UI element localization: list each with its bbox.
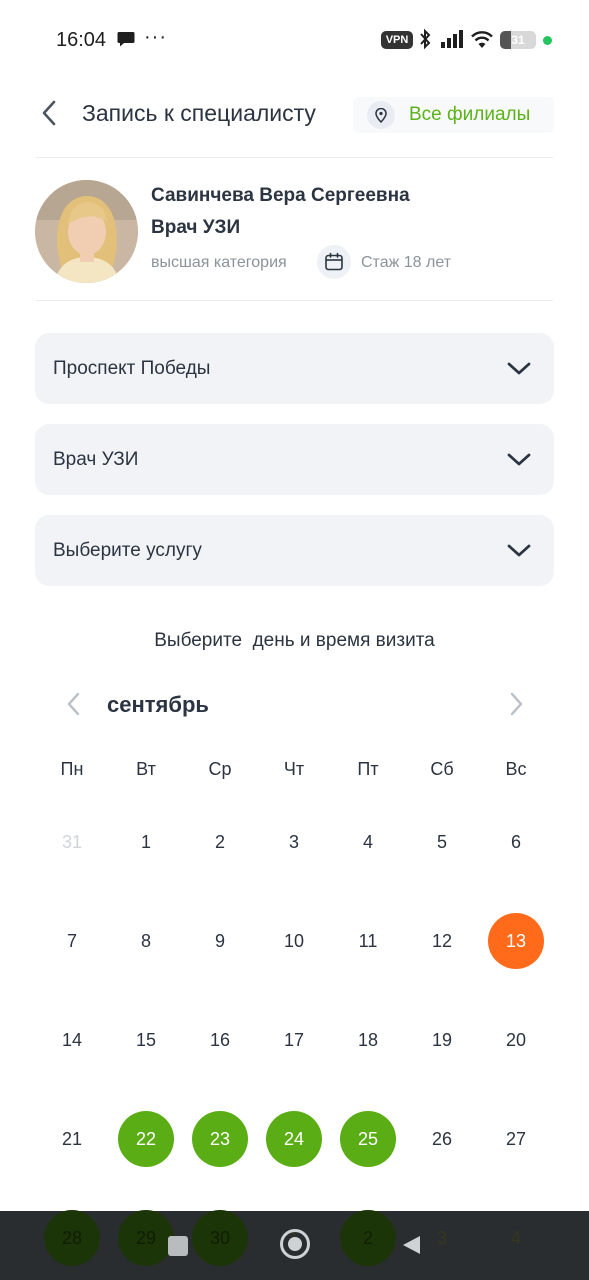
chevron-down-icon [507, 544, 531, 557]
calendar-day[interactable]: 11 [340, 913, 396, 969]
location-pin-icon [367, 101, 395, 129]
calendar-day-obscured: 3 [436, 1227, 447, 1248]
branch-select-value: Проспект Победы [53, 358, 211, 379]
bluetooth-icon [420, 28, 431, 50]
visit-date-title: Выберите день и время визита [154, 630, 435, 651]
status-bar: 16:04 ··· VPN 31 [0, 0, 589, 80]
recent-apps-button[interactable] [168, 1236, 188, 1256]
system-back-button[interactable] [400, 1234, 422, 1256]
more-notifications-icon: ··· [144, 26, 167, 48]
calendar-icon [317, 245, 351, 279]
calendar-day-obscured: 28 [44, 1210, 100, 1266]
calendar-day[interactable]: 21 [44, 1111, 100, 1167]
weekday-label: Вт [136, 759, 156, 779]
specialist-select[interactable]: Врач УЗИ [35, 424, 554, 495]
doctor-category: высшая категория [151, 254, 287, 271]
all-branches-label: Все филиалы [409, 104, 531, 125]
signal-icon [441, 30, 463, 48]
weekday-label: Сб [430, 759, 454, 779]
calendar-day[interactable]: 4 [340, 814, 396, 870]
doctor-specialty: Врач УЗИ [151, 217, 241, 238]
calendar-day[interactable]: 26 [414, 1111, 470, 1167]
weekday-label: Пт [357, 759, 379, 779]
chevron-right-icon [510, 692, 523, 716]
branch-select[interactable]: Проспект Победы [35, 333, 554, 404]
calendar-day[interactable]: 9 [192, 913, 248, 969]
calendar-day-obscured: 30 [192, 1210, 248, 1266]
all-branches-button[interactable]: Все филиалы [353, 97, 554, 133]
wifi-icon [471, 31, 493, 48]
calendar-day-available[interactable]: 23 [192, 1111, 248, 1167]
calendar-day[interactable]: 12 [414, 913, 470, 969]
vpn-badge: VPN [381, 31, 413, 49]
calendar-day-obscured: 2 [340, 1210, 396, 1266]
doctor-name: Савинчева Вера Сергеевна [151, 185, 410, 206]
specialist-select-value: Врач УЗИ [53, 449, 139, 470]
calendar-day[interactable]: 18 [340, 1012, 396, 1068]
calendar-day-available[interactable]: 22 [118, 1111, 174, 1167]
previous-month-button[interactable] [58, 688, 88, 720]
header-divider [36, 157, 553, 158]
calendar-day[interactable]: 19 [414, 1012, 470, 1068]
service-select-placeholder: Выберите услугу [53, 540, 202, 561]
privacy-indicator-dot [543, 36, 552, 45]
calendar-day[interactable]: 14 [44, 1012, 100, 1068]
status-time: 16:04 [56, 29, 107, 51]
next-month-button[interactable] [502, 688, 532, 720]
calendar-day[interactable]: 6 [488, 814, 544, 870]
home-button[interactable] [280, 1229, 310, 1259]
calendar-day[interactable]: 3 [266, 814, 322, 870]
chevron-left-icon [67, 692, 80, 716]
month-name: сентябрь [107, 692, 209, 717]
service-select[interactable]: Выберите услугу [35, 515, 554, 586]
chevron-down-icon [507, 362, 531, 375]
calendar-day[interactable]: 2 [192, 814, 248, 870]
calendar-day[interactable]: 16 [192, 1012, 248, 1068]
calendar-day-obscured: 4 [510, 1227, 521, 1248]
weekday-label: Чт [283, 759, 305, 779]
chevron-left-icon [42, 100, 56, 126]
doctor-divider [36, 300, 553, 301]
doctor-experience: Стаж 18 лет [361, 254, 452, 271]
calendar-day[interactable]: 27 [488, 1111, 544, 1167]
calendar-day[interactable]: 7 [44, 913, 100, 969]
home-icon [288, 1237, 302, 1251]
calendar-day[interactable]: 10 [266, 913, 322, 969]
calendar-day[interactable]: 8 [118, 913, 174, 969]
page-title: Запись к специалисту [82, 100, 316, 126]
calendar-day[interactable]: 20 [488, 1012, 544, 1068]
battery-icon: 31 [500, 31, 536, 49]
chevron-down-icon [507, 453, 531, 466]
weekday-label: Ср [208, 759, 232, 779]
calendar-day[interactable]: 15 [118, 1012, 174, 1068]
weekday-label: Вс [505, 759, 527, 779]
calendar-day-available[interactable]: 25 [340, 1111, 396, 1167]
calendar-day-obscured: 29 [118, 1210, 174, 1266]
calendar-day[interactable]: 1 [118, 814, 174, 870]
calendar-day: 31 [61, 831, 83, 852]
calendar-day-available[interactable]: 24 [266, 1111, 322, 1167]
calendar-day[interactable]: 5 [414, 814, 470, 870]
weekday-label: Пн [60, 759, 84, 779]
app-header: Запись к специалисту Все филиалы [0, 90, 589, 140]
back-button[interactable] [36, 98, 62, 128]
chat-bubble-icon [117, 32, 135, 47]
doctor-avatar [35, 180, 138, 283]
calendar-day-today[interactable]: 13 [488, 913, 544, 969]
calendar-day[interactable]: 17 [266, 1012, 322, 1068]
